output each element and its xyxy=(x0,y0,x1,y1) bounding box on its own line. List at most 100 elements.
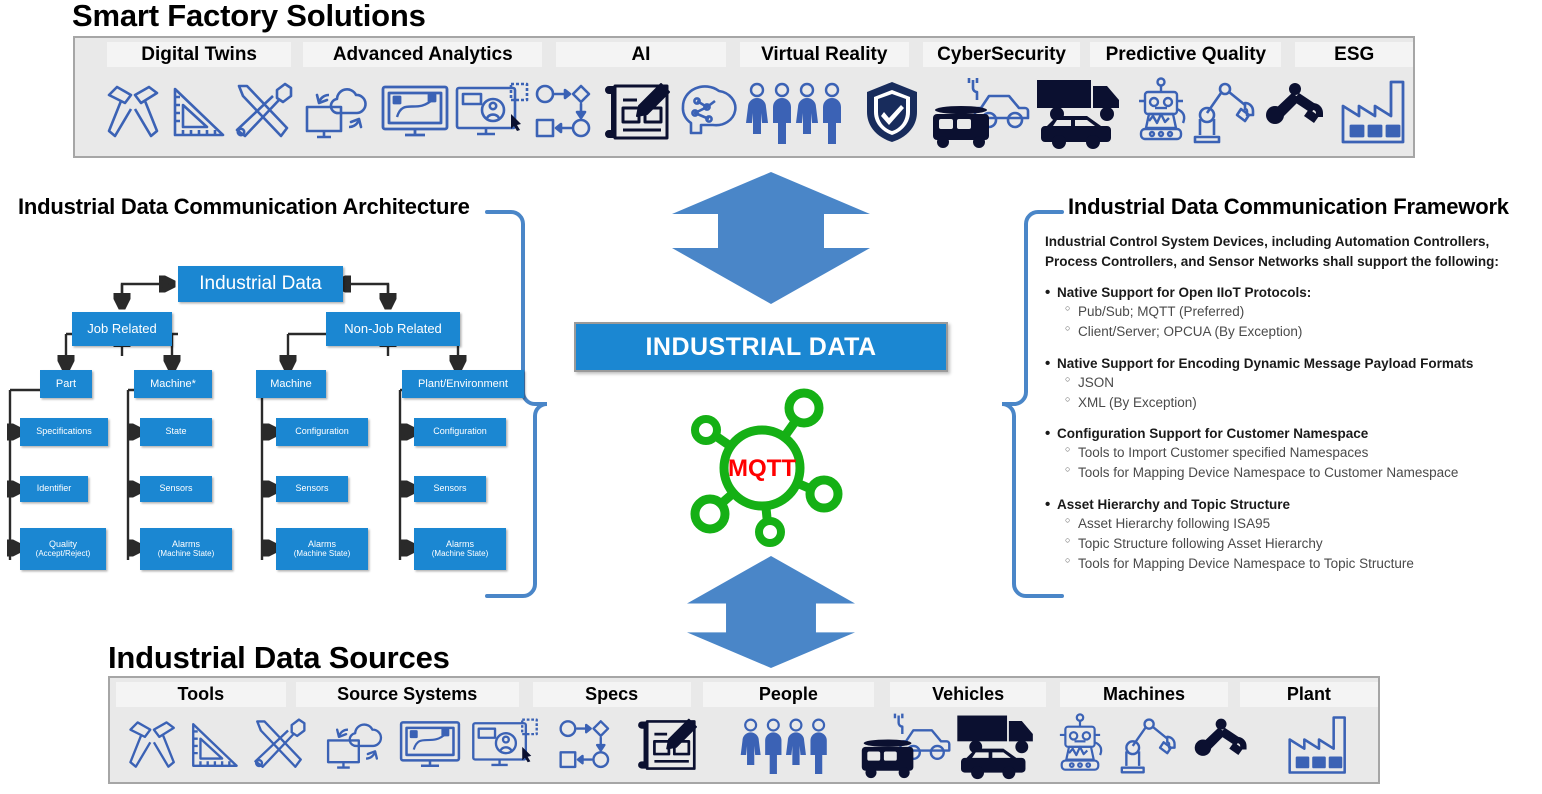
robot-arm-light-icon xyxy=(1191,79,1261,145)
framework-group-payload: Native Support for Encoding Dynamic Mess… xyxy=(1045,355,1535,414)
tree-leaf-state[interactable]: State xyxy=(140,418,212,446)
monitor-curve-icon xyxy=(394,717,467,773)
tree-leaf-sensors-plant[interactable]: Sensors xyxy=(414,476,486,502)
tree-node-root[interactable]: Industrial Data xyxy=(178,266,343,302)
tree-node-non-job-related[interactable]: Non-Job Related xyxy=(326,312,460,346)
framework-group-namespace: Configuration Support for Customer Names… xyxy=(1045,425,1535,484)
framework-item: Pub/Sub; MQTT (Preferred) xyxy=(1045,302,1535,322)
tree-node-plant-environment[interactable]: Plant/Environment xyxy=(402,370,524,398)
robot-arm-dark-icon xyxy=(1186,715,1258,775)
monitor-dashboard-user-icon xyxy=(453,80,531,144)
category-predictive-quality[interactable]: Predictive Quality xyxy=(1090,42,1282,67)
page-title-smart-factory-solutions: Smart Factory Solutions xyxy=(72,0,426,33)
tree-node-machine-nonjob[interactable]: Machine xyxy=(256,370,326,398)
factory-icon xyxy=(1337,76,1413,148)
tree-leaf-label: Specifications xyxy=(36,426,92,437)
category-digital-twins[interactable]: Digital Twins xyxy=(107,42,292,67)
framework-item: XML (By Exception) xyxy=(1045,393,1535,413)
ev-car-van-icon xyxy=(857,710,955,780)
industrial-data-sources-strip: Tools Source Systems Specs People Vehicl… xyxy=(108,676,1380,784)
truck-car-icon xyxy=(1027,74,1131,150)
blueprint-pencil-icon xyxy=(627,716,708,774)
robot-arm-light-icon xyxy=(1114,715,1186,775)
tree-leaf-alarms-machine[interactable]: Alarms (Machine State) xyxy=(276,528,368,570)
tree-leaf-sensors-job[interactable]: Sensors xyxy=(140,476,212,502)
tree-leaf-quality[interactable]: Quality (Accept/Reject) xyxy=(20,528,106,570)
tree-leaf-alarms-plant[interactable]: Alarms (Machine State) xyxy=(414,528,506,570)
monitor-curve-icon xyxy=(377,81,453,143)
category-cybersecurity[interactable]: CyberSecurity xyxy=(922,42,1081,67)
truck-car-icon xyxy=(948,710,1044,780)
sources-icons-row xyxy=(110,706,1378,784)
tree-leaf-sublabel: (Machine State) xyxy=(157,548,215,558)
framework-item: Client/Server; OPCUA (By Exception) xyxy=(1045,322,1535,342)
ruler-triangle-icon xyxy=(184,717,244,773)
tree-node-label: Industrial Data xyxy=(199,272,322,294)
svg-text:MQTT: MQTT xyxy=(728,455,796,482)
framework-heading: Native Support for Encoding Dynamic Mess… xyxy=(1045,355,1535,372)
solutions-category-labels: Digital Twins Advanced Analytics AI Virt… xyxy=(75,42,1413,67)
tree-leaf-label: Sensors xyxy=(159,483,193,494)
tree-leaf-configuration-machine[interactable]: Configuration xyxy=(276,418,368,446)
tree-leaf-identifier[interactable]: Identifier xyxy=(20,476,88,502)
framework-intro: Industrial Control System Devices, inclu… xyxy=(1045,234,1499,269)
tree-node-label: Non-Job Related xyxy=(344,320,442,336)
tree-node-label: Machine* xyxy=(150,377,196,390)
framework-heading: Configuration Support for Customer Names… xyxy=(1045,425,1535,442)
tree-node-part[interactable]: Part xyxy=(40,370,92,398)
tree-leaf-specifications[interactable]: Specifications xyxy=(20,418,108,446)
ev-car-van-icon xyxy=(929,74,1033,150)
framework-group-asset-hierarchy: Asset Hierarchy and Topic Structure Asse… xyxy=(1045,496,1535,575)
framework-item: Tools for Mapping Device Namespace to Cu… xyxy=(1045,463,1535,483)
arrow-up-icon xyxy=(672,556,870,673)
tree-node-label: Part xyxy=(55,377,77,390)
category-esg[interactable]: ESG xyxy=(1295,42,1413,67)
hammers-icon xyxy=(101,81,167,143)
framework-heading: Native Support for Open IIoT Protocols: xyxy=(1045,284,1535,301)
source-category-specs[interactable]: Specs xyxy=(532,682,691,707)
tree-node-label: Job Related xyxy=(87,320,157,336)
monitor-dashboard-user-icon xyxy=(467,716,542,774)
source-category-vehicles[interactable]: Vehicles xyxy=(890,682,1047,707)
ruler-triangle-icon xyxy=(167,81,229,143)
flow-diagram-icon xyxy=(533,82,601,142)
source-category-source-systems[interactable]: Source Systems xyxy=(295,682,519,707)
people-group-icon xyxy=(741,80,851,144)
tools-wrench-icon xyxy=(229,80,297,144)
sources-category-labels: Tools Source Systems Specs People Vehicl… xyxy=(110,682,1378,707)
category-advanced-analytics[interactable]: Advanced Analytics xyxy=(303,42,543,67)
architecture-tree: Industrial Data Job Related Non-Job Rela… xyxy=(0,250,545,600)
section-title-architecture: Industrial Data Communication Architectu… xyxy=(18,194,470,219)
source-category-tools[interactable]: Tools xyxy=(116,682,286,707)
cloud-monitor-sync-icon xyxy=(320,717,393,773)
framework-heading: Asset Hierarchy and Topic Structure xyxy=(1045,496,1535,513)
source-category-plant[interactable]: Plant xyxy=(1239,682,1378,707)
category-virtual-reality[interactable]: Virtual Reality xyxy=(739,42,909,67)
blueprint-pencil-icon xyxy=(601,80,675,144)
tree-leaf-sensors-machine[interactable]: Sensors xyxy=(276,476,348,502)
robot-icon xyxy=(1131,77,1191,147)
people-group-icon xyxy=(708,716,864,774)
tree-node-job-related[interactable]: Job Related xyxy=(72,312,172,346)
framework-panel: Industrial Control System Devices, inclu… xyxy=(1045,232,1535,587)
tree-leaf-configuration-plant[interactable]: Configuration xyxy=(414,418,506,446)
robot-icon xyxy=(1046,713,1114,777)
framework-item: Asset Hierarchy following ISA95 xyxy=(1045,514,1535,534)
source-category-machines[interactable]: Machines xyxy=(1060,682,1228,707)
category-ai[interactable]: AI xyxy=(556,42,726,67)
diagram-canvas: Smart Factory Solutions Industrial Data … xyxy=(0,0,1542,794)
tree-leaf-sublabel: (Accept/Reject) xyxy=(35,548,91,558)
industrial-data-label: INDUSTRIAL DATA xyxy=(645,332,877,361)
section-title-framework: Industrial Data Communication Framework xyxy=(1068,194,1509,219)
factory-icon xyxy=(1259,712,1378,778)
source-category-people[interactable]: People xyxy=(702,682,875,707)
tree-leaf-label: Identifier xyxy=(36,483,72,494)
cloud-monitor-sync-icon xyxy=(301,81,377,143)
mqtt-hub-icon: MQTT xyxy=(674,388,850,553)
tree-leaf-label: Sensors xyxy=(433,483,467,494)
framework-item: Tools for Mapping Device Namespace to To… xyxy=(1045,554,1535,574)
tree-node-machine-job[interactable]: Machine* xyxy=(134,370,212,398)
tree-leaf-alarms-job[interactable]: Alarms (Machine State) xyxy=(140,528,232,570)
shield-check-icon xyxy=(851,80,933,144)
tree-leaf-sublabel: (Machine State) xyxy=(293,548,351,558)
